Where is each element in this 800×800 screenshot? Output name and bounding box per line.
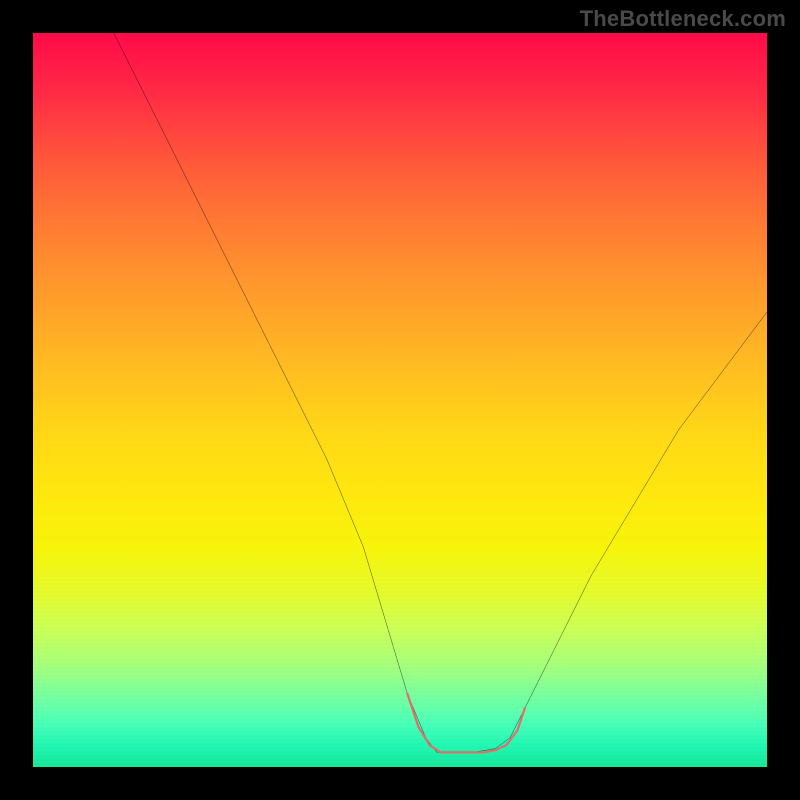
curve-layer (33, 33, 767, 767)
watermark-label: TheBottleneck.com (580, 6, 786, 32)
chart-frame: TheBottleneck.com (0, 0, 800, 800)
plot-area (33, 33, 767, 767)
bottleneck-curve (114, 33, 767, 752)
valley-highlight (407, 694, 524, 753)
